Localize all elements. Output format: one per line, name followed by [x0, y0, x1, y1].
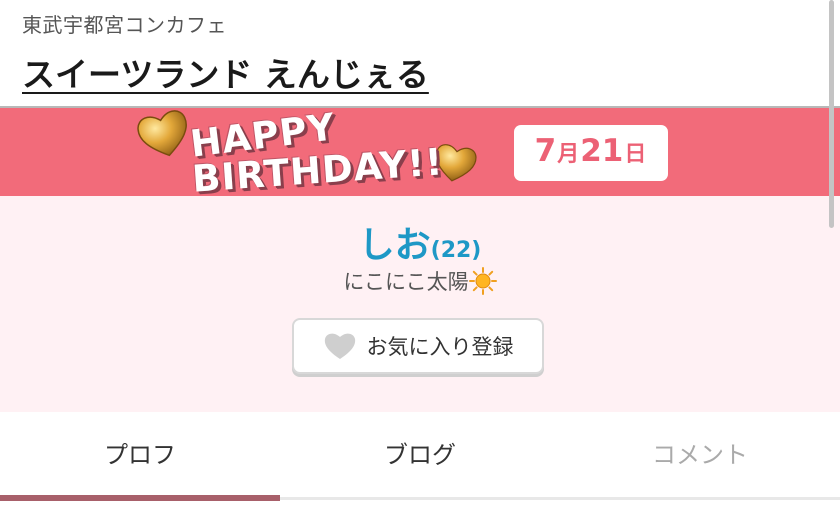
tabs-baseline — [280, 497, 840, 500]
scrollbar-thumb[interactable] — [829, 0, 834, 228]
tab-blog[interactable]: ブログ — [280, 412, 560, 492]
shop-name-link[interactable]: スイーツランド えんじぇる — [22, 48, 429, 96]
cast-age: (22) — [430, 238, 482, 263]
profile-section: しお(22) にこにこ太陽 お気に入り登録 — [0, 196, 840, 412]
tab-comment[interactable]: コメント — [560, 412, 840, 492]
add-favorite-button[interactable]: お気に入り登録 — [292, 318, 544, 374]
catchphrase: にこにこ太陽 — [343, 270, 469, 294]
tab-profile[interactable]: プロフ — [0, 412, 280, 492]
date-day: 21 — [580, 133, 624, 169]
date-month-unit: 月 — [557, 142, 580, 167]
cast-name-line: しお(22) — [0, 216, 840, 268]
cast-name: しお — [358, 225, 431, 266]
area-label: 東武宇都宮コンカフェ — [22, 13, 227, 37]
sun-icon — [468, 267, 497, 295]
catchphrase-line: にこにこ太陽 — [0, 266, 840, 296]
date-month: 7 — [534, 133, 557, 169]
gold-heart-icon — [137, 110, 187, 157]
date-day-unit: 日 — [624, 142, 647, 167]
active-tab-indicator — [0, 495, 280, 501]
birthday-date-badge: 7 月 21 日 — [514, 125, 668, 181]
site-header: 東武宇都宮コンカフェ スイーツランド えんじぇる — [0, 0, 840, 106]
profile-tabs: プロフ ブログ コメント — [0, 412, 840, 498]
heart-icon — [324, 333, 355, 359]
add-favorite-label: お気に入り登録 — [366, 335, 514, 359]
